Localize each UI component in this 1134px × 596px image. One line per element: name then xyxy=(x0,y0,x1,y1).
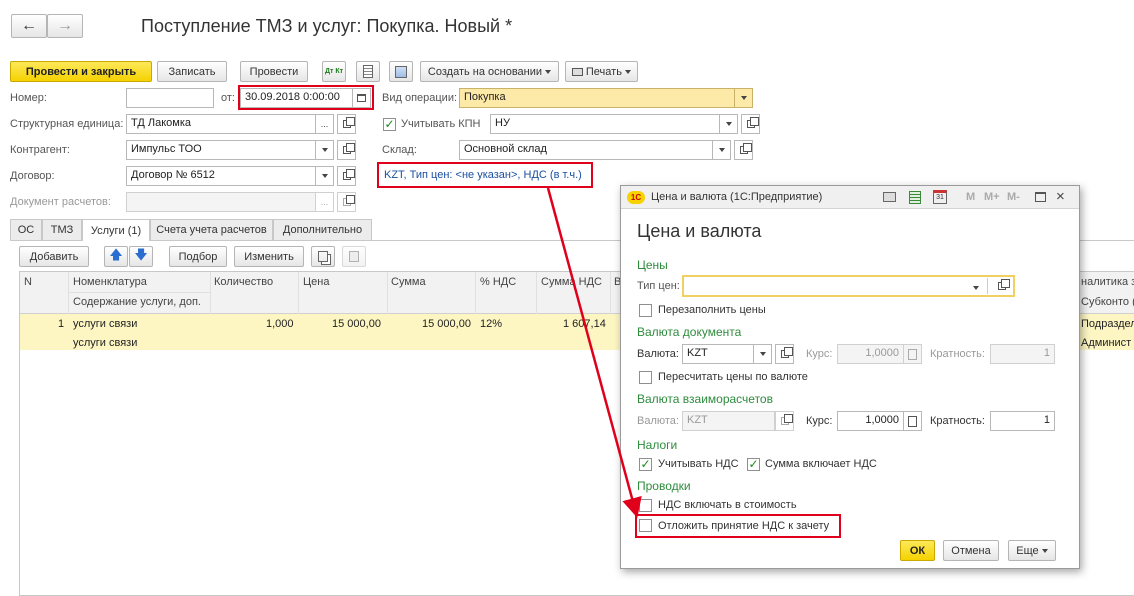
arrow-line xyxy=(546,187,642,518)
annotation-arrow xyxy=(546,187,642,518)
